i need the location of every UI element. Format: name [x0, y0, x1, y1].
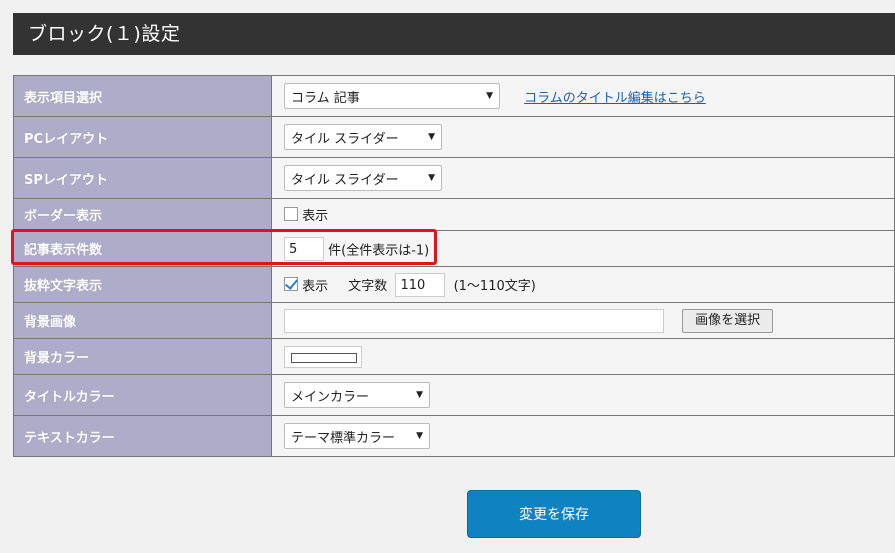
- display-item-select[interactable]: コラム 記事 ▼: [284, 83, 500, 109]
- border-display-checkbox[interactable]: [284, 206, 298, 221]
- label-pc-layout: PCレイアウト: [13, 116, 272, 158]
- dropdown-arrow-icon: ▼: [416, 431, 423, 441]
- label-bg-color: 背景カラー: [13, 338, 272, 375]
- color-swatch: [291, 352, 357, 363]
- char-count-label: 文字数: [348, 279, 388, 294]
- excerpt-display-label: 表示: [302, 279, 329, 294]
- row-bg-image: 背景画像 画像を選択: [13, 302, 895, 339]
- excerpt-display-checkbox[interactable]: [284, 276, 298, 291]
- row-article-count: 記事表示件数 5 件(全件表示は-1): [13, 230, 895, 267]
- label-excerpt: 抜粋文字表示: [13, 266, 272, 303]
- row-sp-layout: SPレイアウト タイル スライダー ▼: [13, 157, 895, 199]
- row-bg-color: 背景カラー: [13, 338, 895, 375]
- title-color-select[interactable]: メインカラー ▼: [284, 382, 430, 408]
- settings-table: 表示項目選択 コラム 記事 ▼ コラムのタイトル編集はこちら PCレイアウト タ…: [13, 75, 895, 457]
- label-display-item: 表示項目選択: [13, 75, 272, 117]
- char-count-input[interactable]: 110: [395, 272, 446, 297]
- column-title-edit-link[interactable]: コラムのタイトル編集はこちら: [524, 91, 706, 106]
- label-border: ボーダー表示: [13, 198, 272, 231]
- row-excerpt: 抜粋文字表示 表示 文字数 110 (1〜110文字): [13, 266, 895, 303]
- text-color-select[interactable]: テーマ標準カラー ▼: [284, 423, 430, 449]
- sp-layout-select[interactable]: タイル スライダー ▼: [284, 165, 442, 191]
- pc-layout-select[interactable]: タイル スライダー ▼: [284, 124, 442, 150]
- border-display-label: 表示: [302, 209, 329, 224]
- row-border: ボーダー表示 表示: [13, 198, 895, 231]
- dropdown-arrow-icon: ▼: [486, 91, 493, 101]
- bg-image-input[interactable]: [284, 308, 664, 333]
- row-pc-layout: PCレイアウト タイル スライダー ▼: [13, 116, 895, 158]
- label-title-color: タイトルカラー: [13, 374, 272, 416]
- row-title-color: タイトルカラー メインカラー ▼: [13, 374, 895, 416]
- label-bg-image: 背景画像: [13, 302, 272, 339]
- char-count-hint: (1〜110文字): [453, 279, 536, 294]
- dropdown-arrow-icon: ▼: [428, 132, 435, 142]
- article-count-hint: 件(全件表示は-1): [328, 243, 430, 258]
- dropdown-arrow-icon: ▼: [428, 173, 435, 183]
- row-display-item: 表示項目選択 コラム 記事 ▼ コラムのタイトル編集はこちら: [13, 75, 895, 117]
- article-count-input[interactable]: 5: [284, 236, 324, 261]
- label-text-color: テキストカラー: [13, 415, 272, 457]
- label-article-count: 記事表示件数: [13, 230, 272, 267]
- save-button[interactable]: 変更を保存: [467, 490, 641, 538]
- select-image-button[interactable]: 画像を選択: [682, 308, 774, 333]
- row-text-color: テキストカラー テーマ標準カラー ▼: [13, 415, 895, 457]
- label-sp-layout: SPレイアウト: [13, 157, 272, 199]
- dropdown-arrow-icon: ▼: [416, 390, 423, 400]
- page-title: ブロック(１)設定: [13, 13, 895, 55]
- bg-color-picker[interactable]: [284, 345, 362, 368]
